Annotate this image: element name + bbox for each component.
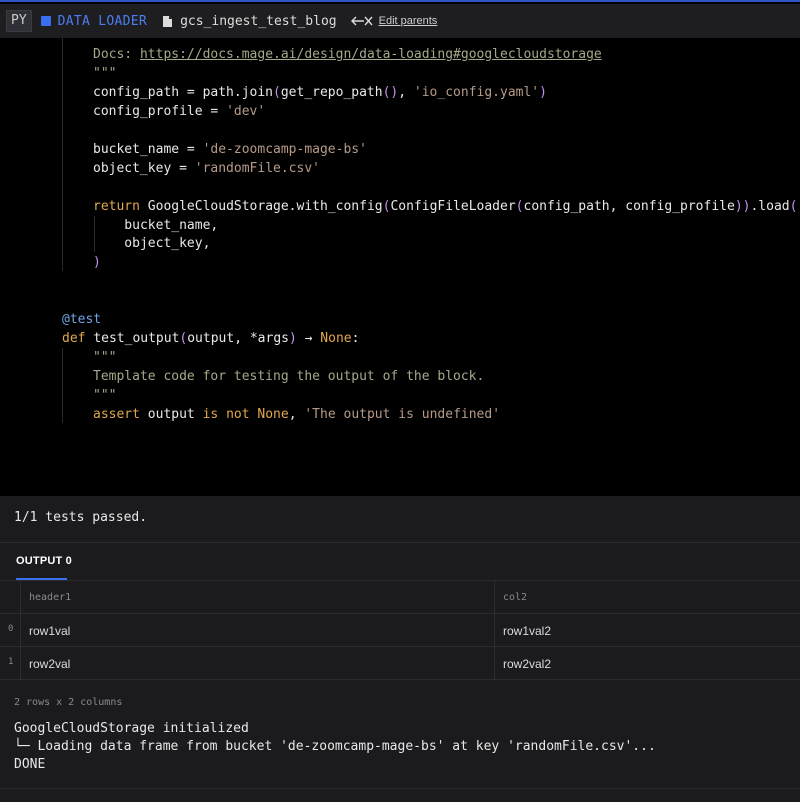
- code-token: config_path, config_profile: [523, 199, 735, 214]
- code-line: """: [93, 348, 116, 367]
- index-column: 0: [0, 614, 21, 646]
- code-token: return: [93, 199, 148, 214]
- table-cell: row1val: [29, 624, 71, 638]
- log-line: GoogleCloudStorage initialized: [14, 721, 249, 736]
- code-token: None: [320, 331, 352, 346]
- code-token: (: [273, 85, 281, 100]
- code-token: ConfigFileLoader: [390, 199, 516, 214]
- code-token: 'randomFile.csv': [194, 161, 320, 176]
- code-token: object_key,: [93, 236, 211, 251]
- code-line: """: [93, 64, 116, 83]
- code-token: →: [296, 331, 321, 346]
- indent-guide: [62, 348, 63, 423]
- code-token: 'The output is undefined': [304, 407, 501, 422]
- code-token: Template code for testing the output of …: [93, 369, 485, 384]
- code-token: bucket_name =: [93, 142, 203, 157]
- code-line: ): [93, 253, 101, 272]
- code-token: )): [734, 199, 751, 214]
- code-token: :: [351, 331, 360, 346]
- code-token: output: [147, 407, 203, 422]
- code-token: GoogleCloudStorage.with_config: [147, 199, 383, 214]
- output-panel: 1/1 tests passed. OUTPUT 0 header1 col2 …: [0, 496, 800, 802]
- language-badge[interactable]: PY: [6, 10, 32, 32]
- column-divider: [494, 647, 495, 679]
- code-token: ,: [288, 407, 305, 422]
- block-header: PY DATA LOADER gcs_ingest_test_blog Edit…: [0, 4, 800, 38]
- tab-output-0[interactable]: OUTPUT 0: [16, 555, 72, 567]
- code-token: test_output: [93, 331, 180, 346]
- table-cell: row2val: [29, 657, 71, 671]
- block-type-color-icon: [40, 16, 51, 26]
- column-divider: [494, 614, 495, 646]
- code-token: Docs:: [93, 47, 140, 62]
- code-token: assert: [93, 407, 148, 422]
- table-header-row: header1 col2: [0, 581, 800, 614]
- code-token: def: [62, 331, 94, 346]
- code-line: bucket_name = 'de-zoomcamp-mage-bs': [93, 140, 367, 159]
- column-header-1: header1: [29, 592, 72, 603]
- code-line: return GoogleCloudStorage.with_config(Co…: [93, 197, 797, 216]
- table-cell: row2val2: [503, 657, 552, 671]
- file-icon: [163, 15, 173, 27]
- code-token: 'de-zoomcamp-mage-bs': [202, 142, 367, 157]
- parents-arrow-icon: [350, 15, 373, 27]
- code-token: is not: [202, 407, 258, 422]
- table-shape-text: 2 rows x 2 columns: [14, 697, 123, 708]
- code-token[interactable]: https://docs.mage.ai/design/data-loading…: [140, 47, 602, 62]
- code-line: Template code for testing the output of …: [93, 367, 484, 386]
- code-token: get_repo_path: [280, 85, 383, 100]
- code-editor[interactable]: Docs: https://docs.mage.ai/design/data-l…: [0, 38, 800, 496]
- code-token: output, *args: [187, 331, 289, 346]
- code-token: (: [789, 199, 798, 214]
- code-token: ): [539, 85, 547, 100]
- code-line: object_key = 'randomFile.csv': [93, 159, 320, 178]
- code-token: .load: [750, 199, 790, 214]
- row-index: 0: [8, 624, 14, 634]
- code-token: 'dev': [226, 104, 266, 119]
- column-divider: [494, 581, 495, 613]
- code-line: Docs: https://docs.mage.ai/design/data-l…: [93, 45, 602, 64]
- index-column: [0, 581, 21, 613]
- block-type-label: DATA LOADER: [57, 13, 148, 29]
- tests-passed-text: 1/1 tests passed.: [14, 510, 148, 525]
- code-token: """: [93, 350, 117, 365]
- code-line: @test: [62, 310, 101, 329]
- block-name[interactable]: gcs_ingest_test_blog: [180, 14, 337, 29]
- log-line: └─ Loading data frame from bucket 'de-zo…: [14, 739, 656, 754]
- code-token: 'io_config.yaml': [413, 85, 540, 100]
- index-column: 1: [0, 647, 21, 679]
- code-token: """: [93, 388, 117, 403]
- code-token: @test: [62, 312, 102, 327]
- column-header-2: col2: [503, 592, 528, 603]
- table-row: 1 row2val row2val2: [0, 647, 800, 680]
- code-line: bucket_name,: [93, 216, 218, 235]
- table-row: 0 row1val row1val2: [0, 614, 800, 647]
- code-token: ): [93, 255, 101, 270]
- code-line: """: [93, 386, 116, 405]
- code-token: object_key =: [93, 161, 195, 176]
- edit-parents-link[interactable]: Edit parents: [379, 15, 438, 27]
- code-token: None: [257, 407, 289, 422]
- code-token: config_profile =: [93, 104, 227, 119]
- divider: [0, 542, 800, 543]
- code-token: """: [93, 66, 117, 81]
- code-token: (): [382, 85, 399, 100]
- output-table: header1 col2 0 row1val row1val2 1 row2va…: [0, 581, 800, 680]
- row-index: 1: [8, 657, 14, 667]
- code-line: object_key,: [93, 234, 210, 253]
- code-token: (: [515, 199, 524, 214]
- code-line: def test_output(output, *args) → None:: [62, 329, 359, 348]
- code-token: ): [288, 331, 297, 346]
- log-line: DONE: [14, 757, 46, 772]
- code-token: ,: [398, 85, 414, 100]
- code-line: assert output is not None, 'The output i…: [93, 405, 500, 424]
- code-token: bucket_name,: [93, 218, 219, 233]
- code-line: config_profile = 'dev': [93, 102, 265, 121]
- indent-guide: [62, 38, 63, 271]
- table-cell: row1val2: [503, 624, 552, 638]
- code-line: config_path = path.join(get_repo_path(),…: [93, 83, 547, 102]
- divider: [0, 788, 800, 789]
- code-token: config_path = path.join: [93, 85, 274, 100]
